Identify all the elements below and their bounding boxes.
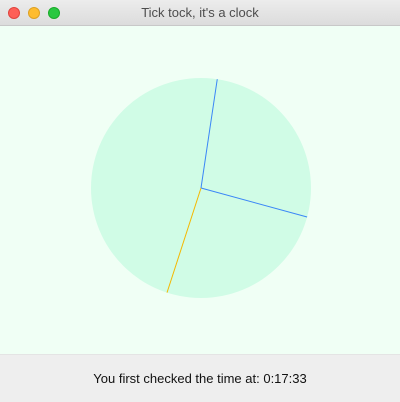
app-window: Tick tock, it's a clock You first checke… xyxy=(0,0,400,402)
first-checked-time-label: You first checked the time at: 0:17:33 xyxy=(93,371,307,386)
title-bar[interactable]: Tick tock, it's a clock xyxy=(0,0,400,26)
clock-drawing xyxy=(91,78,311,298)
status-bar: You first checked the time at: 0:17:33 xyxy=(0,354,400,402)
clock-canvas xyxy=(0,26,400,354)
window-title: Tick tock, it's a clock xyxy=(141,5,259,20)
